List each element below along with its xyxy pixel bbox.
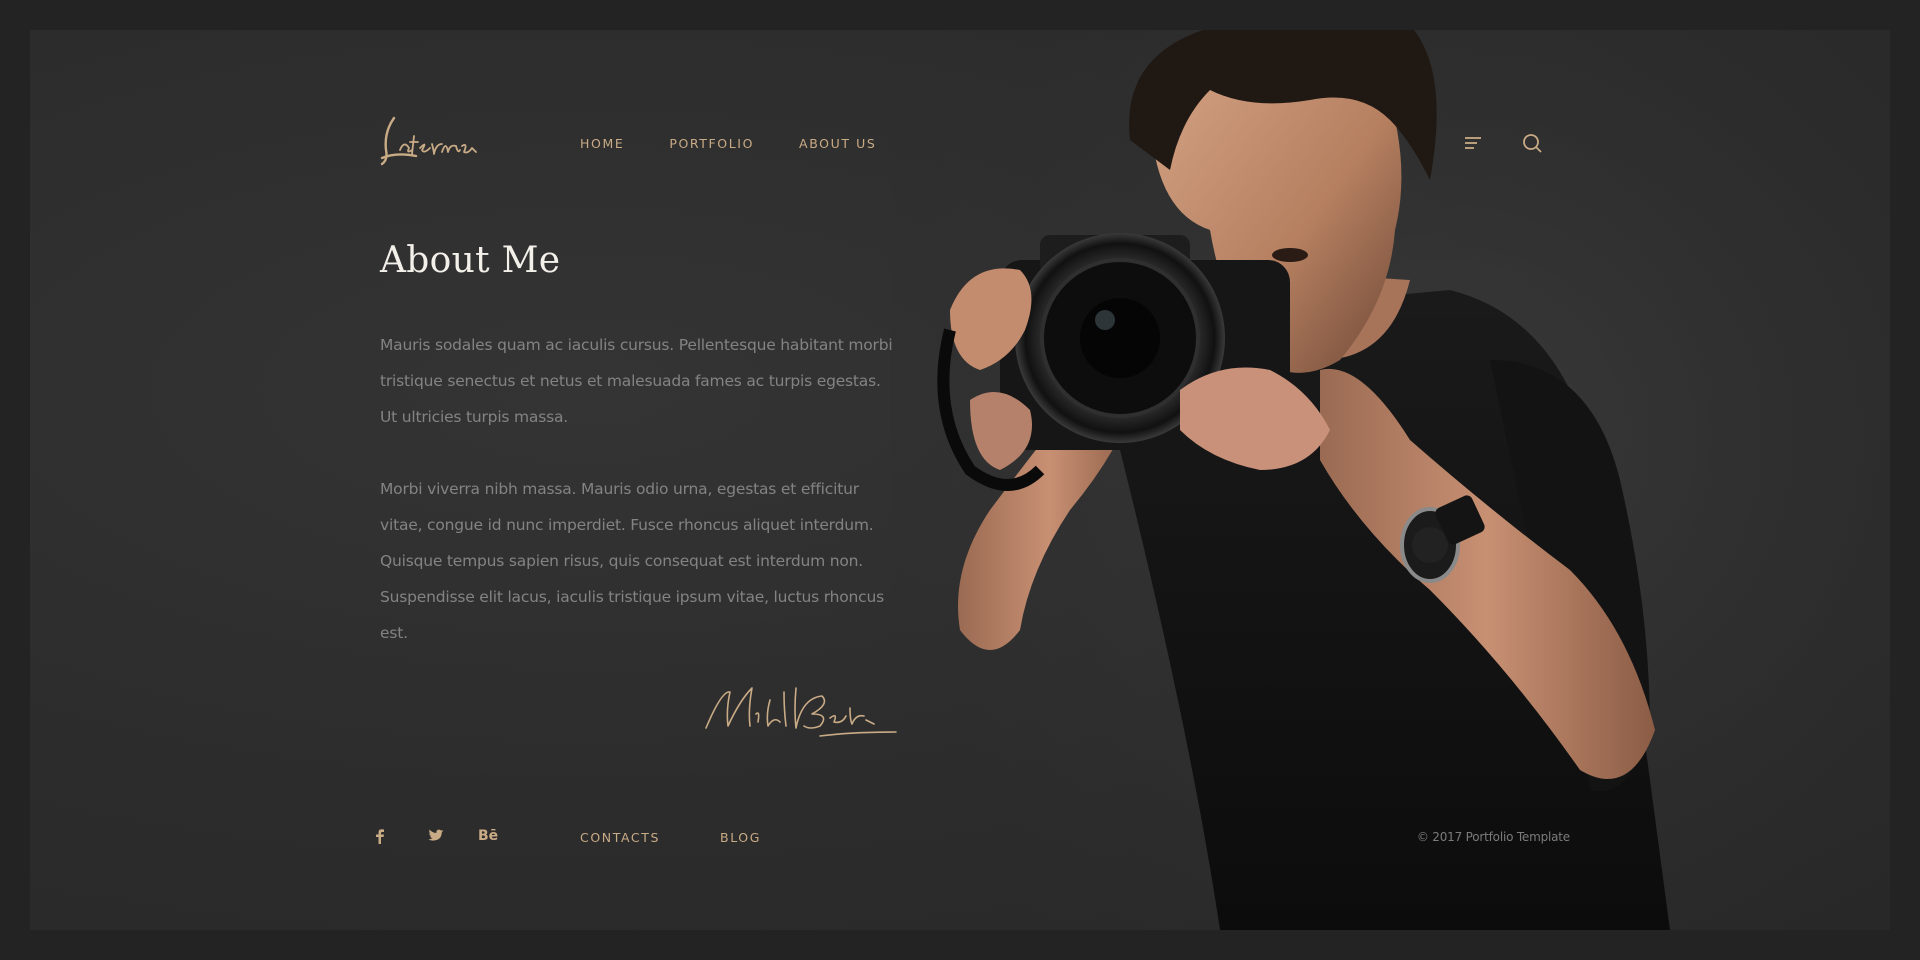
copyright-text: © 2017 Portfolio Template bbox=[1416, 830, 1570, 844]
main-nav: HOME PORTFOLIO ABOUT US bbox=[580, 136, 921, 151]
signature-image bbox=[705, 687, 897, 737]
nav-item-about-us[interactable]: ABOUT US bbox=[799, 136, 876, 151]
hamburger-menu-icon[interactable] bbox=[1463, 134, 1483, 152]
laterna-logo[interactable] bbox=[376, 110, 486, 170]
footer-link-contacts[interactable]: CONTACTS bbox=[580, 830, 660, 845]
about-paragraph-1: Mauris sodales quam ac iaculis cursus. P… bbox=[380, 336, 893, 426]
nav-item-portfolio[interactable]: PORTFOLIO bbox=[669, 136, 754, 151]
search-icon[interactable] bbox=[1521, 132, 1543, 154]
footer-nav: CONTACTS BLOG bbox=[580, 830, 821, 845]
page-frame: HOME PORTFOLIO ABOUT US About Me Mauris … bbox=[30, 30, 1890, 930]
behance-icon[interactable]: Bē bbox=[478, 828, 498, 844]
photographer-photo bbox=[890, 30, 1890, 930]
page-title: About Me bbox=[380, 240, 561, 281]
social-links: Bē bbox=[374, 828, 498, 844]
about-paragraph-2: Morbi viverra nibh massa. Mauris odio ur… bbox=[380, 480, 884, 642]
facebook-icon[interactable] bbox=[374, 828, 386, 844]
footer-link-blog[interactable]: BLOG bbox=[720, 830, 761, 845]
nav-item-home[interactable]: HOME bbox=[580, 136, 624, 151]
twitter-icon[interactable] bbox=[428, 829, 444, 843]
